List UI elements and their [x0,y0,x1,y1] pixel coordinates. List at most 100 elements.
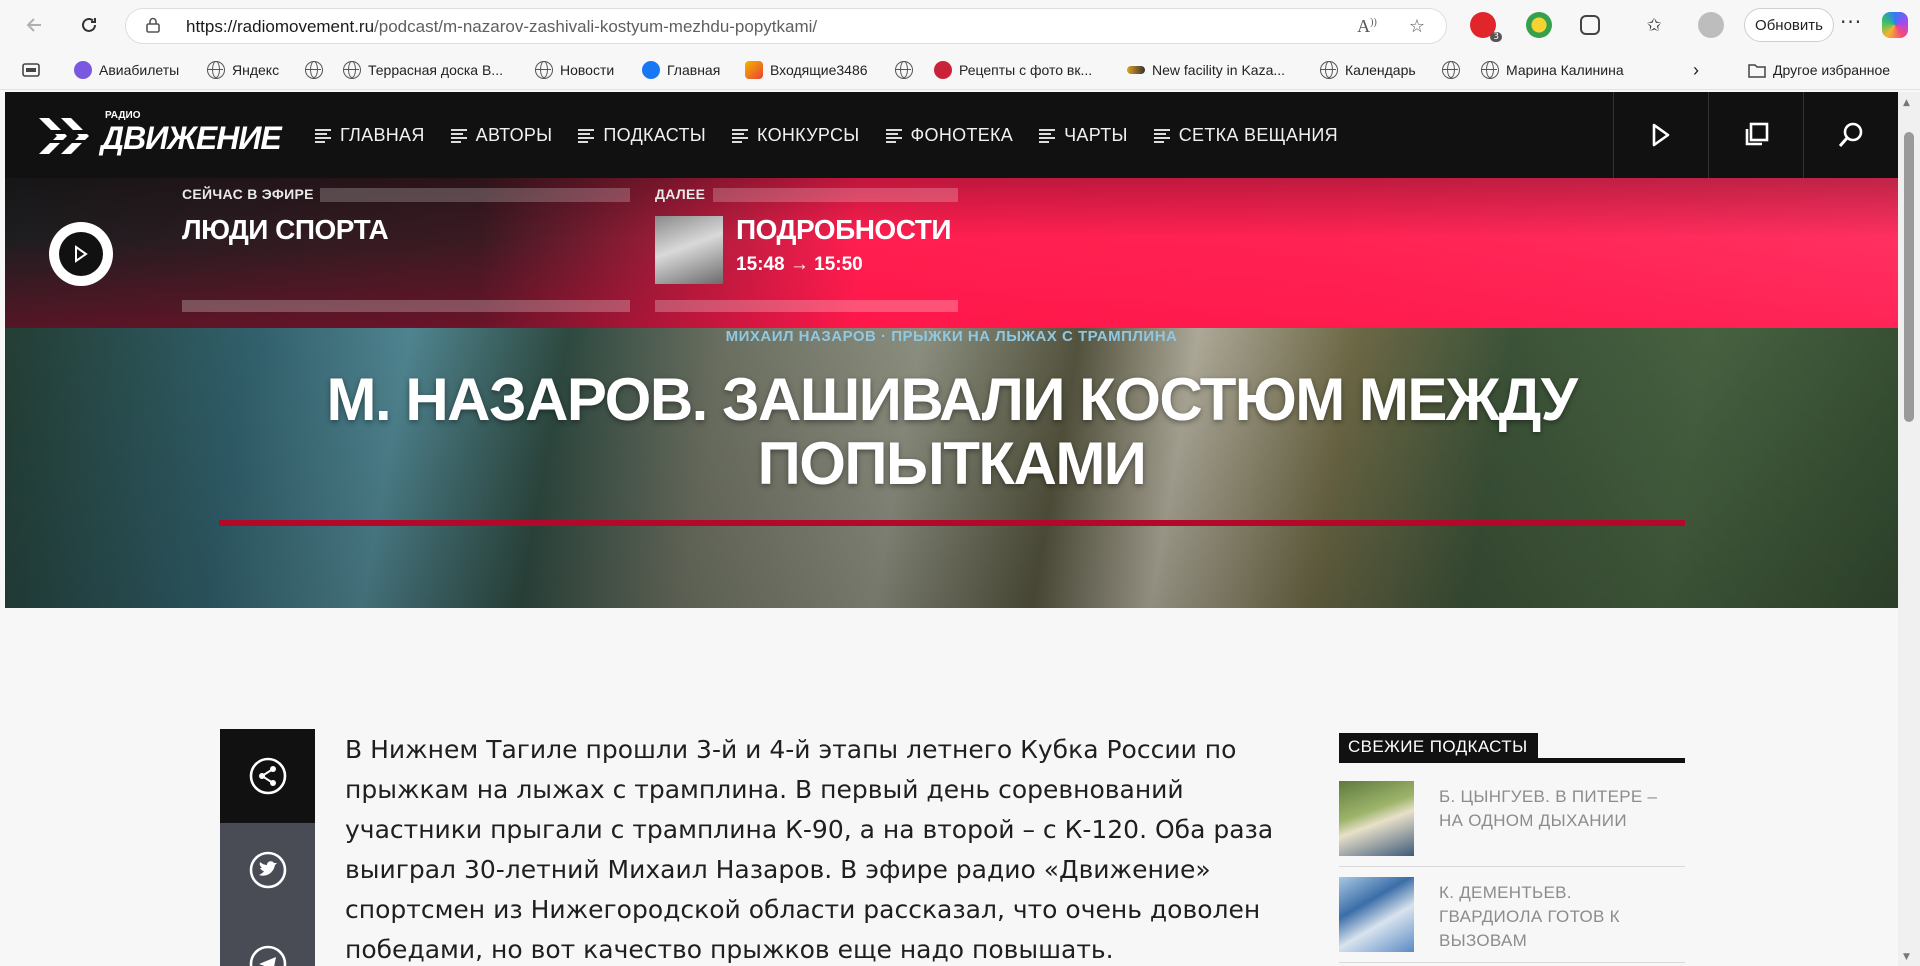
next-time: 15:48 → 15:50 [736,254,863,275]
browser-toolbar: https://radiomovement.ru/podcast/m-nazar… [0,0,1920,50]
menu-label: АВТОРЫ [475,124,553,145]
bookmark-facebook[interactable]: Главная [642,58,720,82]
share-icon [249,757,286,795]
extensions-puzzle-icon[interactable] [1580,15,1600,35]
next-progress [655,300,958,312]
menu-lines-icon [315,128,331,143]
menu-item-charts[interactable]: ЧАРТЫ [1039,125,1128,146]
lock-icon [146,17,160,33]
menu-lines-icon [578,128,595,143]
bookmark-label: Авиабилеты [99,62,180,78]
menu-item-phonoteka[interactable]: ФОНОТЕКА [885,125,1014,146]
article-body: В Нижнем Тагиле прошли 3-й и 4-й этапы л… [345,735,1274,964]
windows-icon [1745,122,1769,146]
facebook-icon [642,61,660,79]
favorite-star-icon[interactable]: ☆ [1406,16,1428,38]
telegram-share-button[interactable] [220,917,315,966]
hero-tags[interactable]: МИХАИЛ НАЗАРОВ · ПРЫЖКИ НА ЛЫЖАХ С ТРАМП… [5,328,1898,345]
globe-icon [895,61,913,79]
share-button[interactable] [220,729,315,823]
extension-adblock-icon[interactable]: 3 [1470,12,1502,42]
bookmark-yandex[interactable]: Яндекс [207,58,279,82]
read-aloud-icon[interactable]: A)) [1356,16,1378,38]
logo-wordmark: ДВИЖЕНИЕ [101,120,282,156]
menu-item-home[interactable]: ГЛАВНАЯ [315,125,425,146]
bookmark-label: Террасная доска В... [368,62,503,78]
bookmark-label: Главная [667,62,721,78]
menu-item-contests[interactable]: КОНКУРСЫ [731,124,860,146]
podcast-title[interactable]: К. ДЕМЕНТЬЕВ. ГВАРДИОЛА ГОТОВ К ВЫЗОВАМ [1439,881,1674,953]
bookmark-label: Новости [560,62,615,78]
scroll-down-arrow-icon[interactable]: ▼ [1903,952,1910,962]
now-on-air-divider [320,188,630,202]
bookmark-new-facility[interactable]: New facility in Kaza... [1127,58,1285,82]
other-favorites[interactable]: Другое избранное [1748,58,1890,82]
address-bar[interactable]: https://radiomovement.ru/podcast/m-nazar… [125,8,1447,44]
podcast-list-item[interactable]: К. ДЕМЕНТЬЕВ. ГВАРДИОЛА ГОТОВ К ВЫЗОВАМ [1339,873,1685,963]
bookmark-globe[interactable] [305,58,323,82]
other-favorites-label: Другое избранное [1773,62,1891,78]
site-header: РАДИО ДВИЖЕНИЕ ГЛАВНАЯ АВТОРЫ ПОДКАСТЫ К… [5,92,1898,178]
bookmark-globe-3[interactable] [1442,58,1460,82]
header-copy-button[interactable] [1708,92,1803,178]
menu-item-schedule[interactable]: СЕТКА ВЕЩАНИЯ [1153,124,1338,146]
site-logo[interactable]: РАДИО ДВИЖЕНИЕ [35,108,285,164]
globe-icon [207,61,225,79]
menu-lines-icon [731,128,748,143]
next-title[interactable]: ПОДРОБНОСТИ [736,214,951,246]
onair-play-button[interactable] [49,222,113,286]
bookmark-mail[interactable]: Входящие3486 [745,58,868,82]
globe-icon [1442,61,1460,79]
bookmarks-toggle-icon[interactable] [22,58,40,82]
bookmarks-overflow-chevron-icon[interactable]: › [1693,58,1699,82]
now-on-air-title[interactable]: ЛЮДИ СПОРТА [182,214,389,246]
scroll-up-arrow-icon[interactable]: ▲ [1903,98,1910,108]
extension-icon[interactable] [1526,12,1552,38]
menu-item-podcasts[interactable]: ПОДКАСТЫ [578,125,706,146]
bookmark-calendar[interactable]: Календарь [1320,58,1416,82]
menu-label: СЕТКА ВЕЩАНИЯ [1178,124,1338,145]
bookmark-aviasales[interactable]: Авиабилеты [74,58,179,82]
copilot-icon[interactable] [1882,12,1908,38]
profile-avatar-icon[interactable] [1698,12,1724,38]
menu-lines-icon [1153,128,1170,143]
menu-label: ЧАРТЫ [1064,124,1128,145]
podcast-title[interactable]: Б. ЦЫНГУЕВ. В ПИТЕРЕ – НА ОДНОМ ДЫХАНИИ [1439,785,1674,833]
bookmark-news[interactable]: Новости [535,58,614,82]
next-host-photo [655,216,723,284]
update-button[interactable]: Обновить [1744,8,1834,42]
bookmark-marina[interactable]: Марина Калинина [1481,58,1624,82]
sidebar-heading-label: СВЕЖИЕ ПОДКАСТЫ [1339,733,1538,761]
globe-icon [1320,61,1338,79]
header-play-button[interactable] [1613,92,1708,178]
scrollbar-thumb[interactable] [1904,132,1914,422]
globe-icon [1481,61,1499,79]
page-scrollbar[interactable]: ▲ ▼ [1898,92,1920,966]
menu-item-authors[interactable]: АВТОРЫ [450,124,553,146]
bookmark-globe-2[interactable] [895,58,913,82]
bookmark-label: Марина Калинина [1506,62,1624,78]
podcast-list-item[interactable]: Б. ЦЫНГУЕВ. В ПИТЕРЕ – НА ОДНОМ ДЫХАНИИ [1339,777,1685,867]
twitter-share-button[interactable] [220,823,315,917]
more-menu-icon[interactable]: ··· [1840,10,1862,34]
play-icon [1652,123,1670,147]
twitter-icon [249,851,286,889]
search-icon [1838,122,1863,147]
podcast-thumbnail[interactable] [1339,781,1414,856]
menu-label: КОНКУРСЫ [756,124,860,145]
next-divider [713,188,958,202]
bookmark-recipes[interactable]: Рецепты с фото вк... [934,58,1092,82]
header-search-button[interactable] [1803,92,1898,178]
podcast-thumbnail[interactable] [1339,877,1414,952]
bookmark-terrace[interactable]: Террасная доска В... [343,58,503,82]
url-text: https://radiomovement.ru/podcast/m-nazar… [186,17,818,36]
menu-label: ГЛАВНАЯ [340,124,425,145]
globe-icon [305,61,323,79]
folder-icon [1748,63,1766,78]
favorites-icon[interactable]: ✩ [1639,10,1669,40]
sidebar-heading: СВЕЖИЕ ПОДКАСТЫ [1339,733,1685,763]
now-on-air-label: СЕЙЧАС В ЭФИРЕ [182,186,314,202]
back-icon[interactable] [20,10,50,40]
reload-icon[interactable] [74,10,104,40]
globe-icon [535,61,553,79]
